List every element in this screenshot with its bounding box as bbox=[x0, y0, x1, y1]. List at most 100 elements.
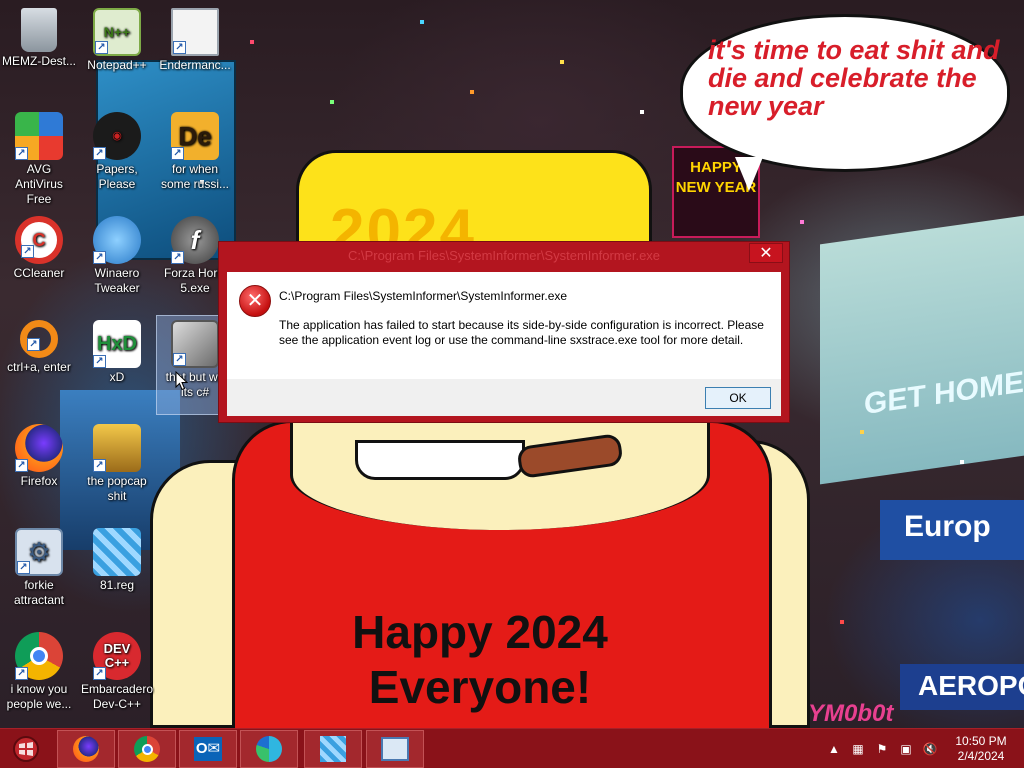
desktop-icon-label: MEMZ-Dest... bbox=[2, 54, 76, 68]
desktop-icon-avg-antivirus[interactable]: ↗ AVG AntiVirus Free bbox=[1, 108, 77, 206]
orange-ring-icon: ↗ bbox=[20, 320, 58, 358]
desktop-icon-xd[interactable]: HxD ↗ xD bbox=[79, 316, 155, 414]
outlook-icon: O✉ bbox=[194, 737, 222, 761]
billboard-aerop-text: AEROPOS bbox=[918, 670, 1024, 701]
shortcut-arrow-icon: ↗ bbox=[173, 353, 186, 366]
confetti bbox=[470, 90, 474, 94]
desktop-icon-winaero-tweaker[interactable]: ↗ Winaero Tweaker bbox=[79, 212, 155, 310]
edge-icon bbox=[256, 736, 282, 762]
desktop-icon-for-when[interactable]: De ↗ for when some russi... bbox=[157, 108, 233, 206]
desktop-icon-label: for when some russi... bbox=[160, 162, 229, 191]
desktop-icon-label: Endermanc... bbox=[159, 58, 231, 72]
desktop-icon-dev-cpp[interactable]: DEV C++ ↗ Embarcadero Dev-C++ bbox=[79, 628, 155, 726]
registry-file-icon bbox=[93, 528, 141, 576]
shortcut-arrow-icon: ↗ bbox=[93, 251, 106, 264]
desktop-icon-papers-please[interactable]: ◉ ↗ Papers, Please bbox=[79, 108, 155, 206]
confetti bbox=[420, 20, 424, 24]
billboard-europ: Europ bbox=[880, 500, 1024, 560]
close-button[interactable]: ✕ bbox=[749, 243, 783, 263]
shortcut-arrow-icon: ↗ bbox=[21, 245, 34, 258]
confetti bbox=[840, 620, 844, 624]
firefox-icon bbox=[73, 736, 99, 762]
shortcut-arrow-icon: ↗ bbox=[171, 251, 184, 264]
shortcut-arrow-icon: ↗ bbox=[15, 667, 28, 680]
taskbar-registry-editor-button[interactable] bbox=[304, 730, 362, 768]
dialog-path-text: C:\Program Files\SystemInformer\SystemIn… bbox=[279, 289, 568, 303]
recycle-bin-icon bbox=[21, 8, 57, 52]
taskbar-edge-button[interactable] bbox=[240, 730, 298, 768]
network-icon[interactable]: ▣ bbox=[898, 741, 914, 757]
taskbar-chrome-button[interactable] bbox=[118, 730, 176, 768]
desktop-icon-label: Notepad++ bbox=[87, 58, 147, 72]
billboard-europ-text: Europ bbox=[904, 510, 991, 543]
shirt-text: Happy 2024 Everyone! bbox=[300, 605, 660, 715]
hxd-icon: HxD ↗ bbox=[93, 320, 141, 368]
confetti bbox=[640, 110, 644, 114]
shortcut-arrow-icon: ↗ bbox=[95, 41, 108, 54]
speech-bubble-tail bbox=[735, 157, 763, 191]
desktop-icon-ccleaner[interactable]: C ↗ CCleaner bbox=[1, 212, 77, 310]
shortcut-arrow-icon: ↗ bbox=[93, 355, 106, 368]
volume-muted-icon[interactable]: 🔇 bbox=[922, 741, 938, 757]
flash-icon: f ↗ bbox=[171, 216, 219, 264]
shortcut-arrow-icon: ↗ bbox=[15, 459, 28, 472]
dialog-titlebar[interactable]: C:\Program Files\SystemInformer\SystemIn… bbox=[219, 242, 789, 272]
taskbar-clock[interactable]: 10:50 PM 2/4/2024 bbox=[948, 734, 1014, 764]
control-panel-icon bbox=[381, 737, 409, 761]
dialog-title: C:\Program Files\SystemInformer\SystemIn… bbox=[347, 248, 661, 263]
error-icon: ✕ bbox=[239, 285, 271, 317]
speech-bubble-text: it's time to eat shit and die and celebr… bbox=[708, 35, 1000, 121]
firefox-icon: ↗ bbox=[15, 424, 63, 472]
chrome-icon bbox=[134, 736, 160, 762]
desktop-icon-i-know-you[interactable]: ↗ i know you people we... bbox=[1, 628, 77, 726]
show-hidden-icons-chevron-icon[interactable]: ▲ bbox=[826, 741, 842, 757]
stacked-windows-icon: ↗ bbox=[171, 320, 219, 368]
desktop-icon-label: Firefox bbox=[20, 474, 58, 488]
confetti bbox=[860, 430, 864, 434]
taskbar-firefox-button[interactable] bbox=[57, 730, 115, 768]
desktop-icon-label: ctrl+a, enter bbox=[7, 360, 71, 374]
desktop-icon-endermanch[interactable]: ↗ Endermanc... bbox=[157, 4, 233, 102]
shortcut-arrow-icon: ↗ bbox=[17, 561, 30, 574]
start-orb-icon bbox=[13, 736, 39, 762]
desktop-icon-label: the popcap shit bbox=[87, 474, 147, 503]
desktop-icon-memz[interactable]: MEMZ-Dest... bbox=[1, 4, 77, 102]
popcap-icon: ↗ bbox=[93, 424, 141, 472]
network-adapter-icon[interactable]: ▦ bbox=[850, 741, 866, 757]
window-app-icon: ↗ bbox=[171, 8, 219, 56]
desktop-icon-label: i know you people we... bbox=[6, 682, 72, 711]
dialog-message-text: The application has failed to start beca… bbox=[279, 318, 764, 347]
desktop-icon-popcap[interactable]: ↗ the popcap shit bbox=[79, 420, 155, 518]
dialog-footer: OK bbox=[227, 379, 781, 416]
confetti bbox=[330, 100, 334, 104]
desktop-icon-label: Winaero Tweaker bbox=[94, 266, 140, 295]
billboard-get-home-text: GET HOME bbox=[864, 365, 1024, 422]
de-icon: De ↗ bbox=[171, 112, 219, 160]
desktop-icon-81-reg[interactable]: 81.reg bbox=[79, 524, 155, 622]
desktop-icon-firefox[interactable]: ↗ Firefox bbox=[1, 420, 77, 518]
billboard-aerop: AEROPOS bbox=[900, 664, 1024, 710]
desktop-icon-notepad-plus-plus[interactable]: N++ ↗ Notepad++ bbox=[79, 4, 155, 102]
confetti bbox=[800, 220, 804, 224]
gear-settings-icon: ⚙ ↗ bbox=[15, 528, 63, 576]
desktop-icon-ctrl-a-enter[interactable]: ↗ ctrl+a, enter bbox=[1, 316, 77, 414]
desktop-icon-forkie-attractant[interactable]: ⚙ ↗ forkie attractant bbox=[1, 524, 77, 622]
action-center-flag-icon[interactable]: ⚑ bbox=[874, 741, 890, 757]
character-mouth bbox=[355, 440, 525, 480]
shortcut-arrow-icon: ↗ bbox=[15, 147, 28, 160]
dialog-body: ✕ C:\Program Files\SystemInformer\System… bbox=[227, 272, 781, 379]
shortcut-arrow-icon: ↗ bbox=[93, 667, 106, 680]
billboard-get-home: GET HOME bbox=[820, 215, 1024, 485]
shirt-text-line2: Everyone! bbox=[368, 661, 592, 713]
confetti bbox=[560, 60, 564, 64]
desktop-icon-label: CCleaner bbox=[13, 266, 65, 280]
taskbar-control-panel-button[interactable] bbox=[366, 730, 424, 768]
start-button[interactable] bbox=[0, 729, 52, 768]
desktop-icon-label: forkie attractant bbox=[13, 578, 65, 607]
desktop-icon-label: 81.reg bbox=[99, 578, 135, 592]
taskbar-outlook-button[interactable]: O✉ bbox=[179, 730, 237, 768]
ok-button[interactable]: OK bbox=[705, 387, 771, 409]
shirt-text-line1: Happy 2024 bbox=[352, 606, 608, 658]
desktop-icon-label: Papers, Please bbox=[96, 162, 138, 191]
confetti bbox=[250, 40, 254, 44]
